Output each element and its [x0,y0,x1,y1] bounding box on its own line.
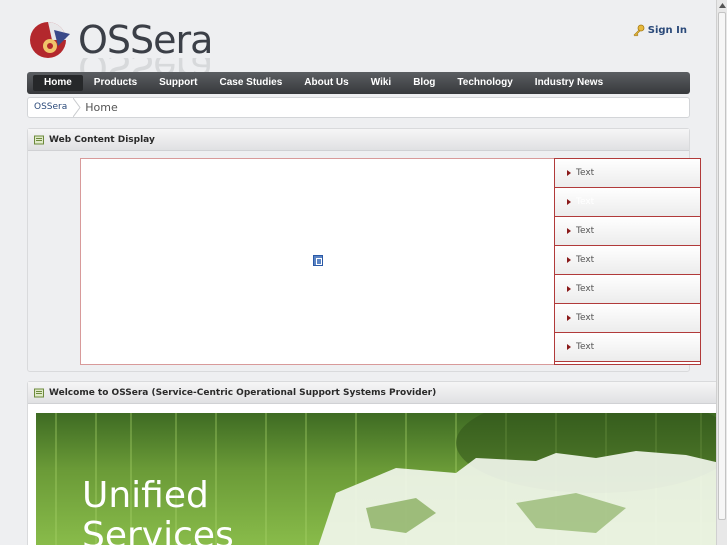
arrow-right-icon [567,257,571,263]
tab-label: Text [576,226,595,236]
portlet-title: Welcome to OSSera (Service-Centric Opera… [49,387,437,398]
portlet-icon [34,388,44,397]
nav-item-wiki[interactable]: Wiki [360,75,402,91]
content-tab[interactable]: Text [555,217,700,246]
content-tab[interactable]: Text [555,246,700,275]
breadcrumb: OSSera Home [27,97,690,118]
scroll-up-arrow-icon[interactable] [717,0,727,11]
arrow-right-icon [567,170,571,176]
nav-item-case-studies[interactable]: Case Studies [208,75,293,91]
tab-label: Text [576,197,595,207]
content-tab-list: Text Text Text Text Text Text Text [554,158,701,365]
nav-item-industry-news[interactable]: Industry News [524,75,614,91]
arrow-right-icon [567,199,571,205]
nav-item-home[interactable]: Home [33,75,83,91]
scrollbar-thumb[interactable] [718,12,726,520]
main-navigation: Home Products Support Case Studies About… [27,72,690,94]
banner-line-1: Unified [82,475,209,516]
portlet-header: Welcome to OSSera (Service-Centric Opera… [28,382,726,404]
arrow-right-icon [567,228,571,234]
welcome-portlet: Welcome to OSSera (Service-Centric Opera… [27,381,727,545]
portlet-header: Web Content Display [28,129,689,151]
nav-item-products[interactable]: Products [83,75,148,91]
banner-line-2: Services [82,515,234,545]
sign-in-label: Sign In [647,25,687,36]
content-tab[interactable]: Text [555,275,700,304]
breadcrumb-current-page: Home [85,101,118,114]
key-icon [633,24,645,37]
nav-item-technology[interactable]: Technology [446,75,523,91]
content-display-area [80,158,555,365]
arrow-right-icon [567,344,571,350]
logo-text: OSSera [78,18,213,62]
tab-label: Text [576,313,595,323]
tab-label: Text [576,284,595,294]
content-tab[interactable]: Text [555,333,700,362]
tab-label: Text [576,342,595,352]
content-tab-active[interactable]: Text [555,188,700,217]
broken-image-icon [313,255,323,266]
breadcrumb-separator-icon [73,98,81,117]
vertical-scrollbar[interactable] [716,0,727,545]
breadcrumb-site-link[interactable]: OSSera [28,98,73,117]
banner-headline: Unified Services [82,476,234,545]
portlet-title: Web Content Display [49,134,155,145]
sign-in-link[interactable]: Sign In [632,24,687,37]
arrow-right-icon [567,286,571,292]
site-logo[interactable]: OSSera OSSera [28,14,218,76]
arrow-right-icon [567,315,571,321]
nav-item-support[interactable]: Support [148,75,208,91]
tab-label: Text [576,168,595,178]
portlet-icon [34,135,44,144]
nav-item-about-us[interactable]: About Us [293,75,359,91]
nav-item-blog[interactable]: Blog [402,75,446,91]
tab-label: Text [576,255,595,265]
content-tab[interactable]: Text [555,159,700,188]
content-tab[interactable]: Text [555,304,700,333]
welcome-banner-image: Unified Services [36,413,720,545]
ossera-logo-icon [30,22,70,58]
web-content-portlet: Web Content Display Text Text Text Text … [27,128,701,372]
